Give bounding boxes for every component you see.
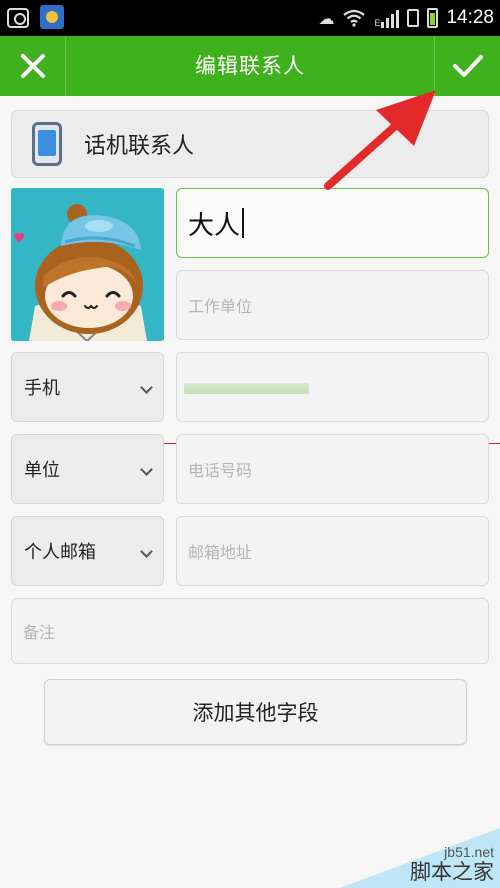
cloud-icon: ☁: [318, 8, 335, 28]
office-phone-input[interactable]: 电话号码: [176, 434, 489, 504]
cellular-signal-icon: E: [374, 8, 400, 28]
phone-number-input[interactable]: [176, 352, 489, 422]
watermark: jb51.net 脚本之家: [340, 828, 500, 888]
note-placeholder: 备注: [23, 623, 56, 642]
email-type-label: 个人邮箱: [24, 542, 96, 563]
name-value: 大人: [188, 189, 245, 257]
watermark-name: 脚本之家: [410, 860, 494, 884]
phone-type-label: 手机: [24, 378, 60, 399]
add-field-button[interactable]: 添加其他字段: [44, 679, 467, 745]
email-input[interactable]: 邮箱地址: [176, 516, 489, 586]
svg-text:♥: ♥: [13, 231, 26, 247]
account-label: 话机联系人: [84, 134, 195, 159]
phone-icon: [32, 122, 62, 166]
account-selector[interactable]: 话机联系人: [11, 110, 489, 178]
status-time: 14:28: [446, 7, 494, 28]
screenshot-icon: [6, 5, 30, 29]
office-type-select[interactable]: 单位: [11, 434, 164, 504]
network-type-label: E: [374, 18, 381, 28]
weather-icon: [40, 5, 64, 29]
close-icon: [20, 54, 45, 78]
name-input[interactable]: 大人: [176, 188, 489, 258]
note-input[interactable]: 备注: [11, 598, 489, 664]
chevron-down-icon: [140, 545, 153, 558]
page-title: 编辑联系人: [195, 54, 305, 78]
save-button[interactable]: [434, 36, 500, 96]
email-type-select[interactable]: 个人邮箱: [11, 516, 164, 586]
text-cursor: [242, 208, 245, 238]
close-button[interactable]: [0, 36, 66, 96]
contact-avatar[interactable]: ♥: [11, 188, 164, 341]
wifi-icon: [343, 9, 366, 27]
checkmark-icon: [452, 55, 483, 77]
name-text: 大人: [188, 210, 241, 241]
company-input[interactable]: 工作单位: [176, 270, 489, 340]
office-phone-placeholder: 电话号码: [188, 461, 253, 480]
phone-number-redacted: [184, 383, 309, 394]
chevron-down-icon: [140, 381, 153, 394]
app-header: 编辑联系人: [0, 36, 500, 96]
chevron-down-icon: [140, 463, 153, 476]
email-placeholder: 邮箱地址: [188, 543, 253, 562]
company-placeholder: 工作单位: [188, 297, 253, 316]
avatar-illustration: ♥: [11, 188, 164, 341]
sim-icon: [407, 9, 420, 27]
phone-type-select[interactable]: 手机: [11, 352, 164, 422]
status-bar: ☁ E 14:28: [0, 0, 500, 36]
battery-icon: [427, 8, 439, 28]
office-type-label: 单位: [24, 460, 60, 481]
